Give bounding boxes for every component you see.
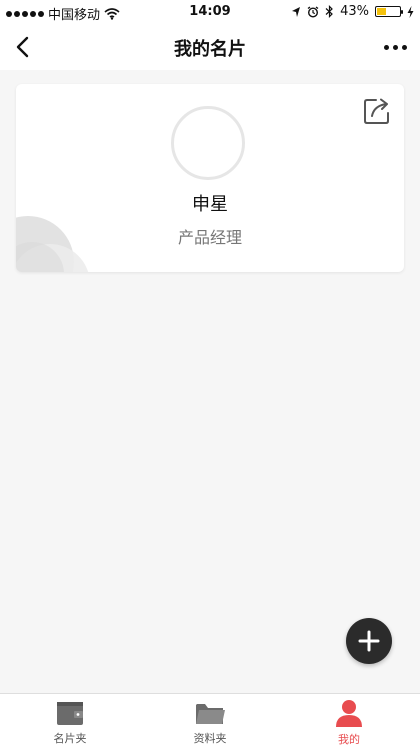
folder-icon	[196, 703, 225, 724]
status-right: 43%	[291, 4, 414, 19]
battery-icon	[375, 6, 403, 17]
share-icon	[364, 98, 389, 124]
tab-bar: 名片夹 资料夹 我的	[0, 693, 420, 747]
more-button[interactable]	[378, 34, 412, 60]
add-button[interactable]	[346, 618, 392, 664]
user-icon	[336, 700, 362, 727]
alarm-icon	[307, 5, 319, 18]
business-card[interactable]: 申星 产品经理	[16, 84, 404, 272]
tab-mine-label: 我的	[338, 733, 360, 746]
status-bar: 中国移动 14:09 43%	[0, 0, 420, 24]
card-role: 产品经理	[177, 228, 242, 247]
card-name: 申星	[192, 194, 228, 215]
charging-icon	[407, 5, 414, 18]
avatar[interactable]	[171, 106, 245, 180]
location-icon	[292, 6, 301, 17]
wallet-icon	[57, 701, 83, 725]
page-title: 我的名片	[174, 39, 246, 60]
nav-bar: 我的名片	[0, 24, 420, 70]
share-button[interactable]	[362, 96, 392, 126]
battery-percent: 43%	[340, 4, 369, 19]
more-dots-icon	[383, 44, 389, 50]
tab-files-label: 资料夹	[193, 732, 227, 745]
tab-card-holder-label: 名片夹	[53, 732, 87, 745]
tab-mine[interactable]: 我的	[299, 698, 399, 746]
tab-files[interactable]: 资料夹	[160, 698, 260, 746]
bluetooth-icon	[325, 5, 333, 18]
battery-fill	[377, 8, 387, 15]
tab-card-holder[interactable]: 名片夹	[20, 698, 120, 746]
plus-icon	[358, 630, 380, 652]
